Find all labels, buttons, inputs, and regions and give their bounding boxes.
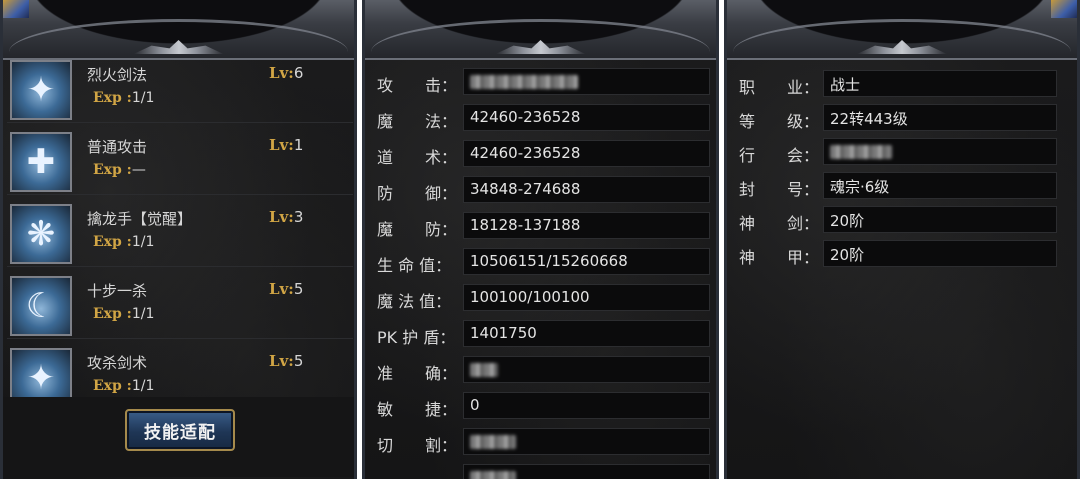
- stat-value-box: [463, 68, 710, 95]
- stat-label: 魔 防：: [377, 220, 458, 239]
- stat-row-taoism: 道 术： 42460-236528: [371, 140, 710, 170]
- info-value: 20阶: [823, 240, 1057, 267]
- panel-frame-top: [3, 0, 354, 60]
- info-label: 职 业：: [739, 78, 820, 97]
- skill-exp: Exp :1/1: [93, 90, 155, 106]
- skill-level: Lv:5: [269, 352, 304, 370]
- frame-crest: [857, 40, 947, 54]
- stat-value: 0: [463, 392, 710, 419]
- stat-value: 42460-236528: [463, 104, 710, 131]
- stat-label: 魔 法 值：: [377, 292, 452, 311]
- stat-value: 1401750: [463, 320, 710, 347]
- info-value: 魂宗·6级: [823, 172, 1057, 199]
- stat-row-hp: 生 命 值： 10506151/15260668: [371, 248, 710, 278]
- skill-adapt-button[interactable]: 技能适配: [125, 409, 235, 451]
- skill-level: Lv:1: [269, 136, 304, 154]
- skill-name: 攻杀剑术: [87, 354, 148, 372]
- panel-frame-top: [727, 0, 1077, 60]
- info-row-title: 封 号： 魂宗·6级: [733, 172, 1071, 202]
- stat-row-cutting: 切 割：: [371, 428, 710, 458]
- skill-row[interactable]: ✚ 普通攻击 Lv:1 Exp :—: [7, 128, 353, 195]
- stat-label: 攻 击：: [377, 76, 458, 95]
- info-row-divine-armor: 神 甲： 20阶: [733, 240, 1071, 270]
- skill-exp: Exp :1/1: [93, 306, 155, 322]
- info-value: 战士: [823, 70, 1057, 97]
- stat-label: 切 割：: [377, 436, 458, 455]
- crescent-slash-skill-icon: ☾: [10, 276, 72, 336]
- stat-value: 18128-137188: [463, 212, 710, 239]
- skill-exp: Exp :—: [93, 162, 146, 178]
- info-row-guild: 行 会：: [733, 138, 1071, 168]
- stat-value-box: [463, 428, 710, 455]
- stat-value: 34848-274688: [463, 176, 710, 203]
- skill-exp: Exp :1/1: [93, 378, 155, 394]
- skill-name: 擒龙手【觉醒】: [87, 210, 193, 228]
- stat-row-mp: 魔 法 值： 100100/100100: [371, 284, 710, 314]
- skill-level: Lv:5: [269, 280, 304, 298]
- blurred-value: [470, 363, 498, 377]
- frame-gem-left: [3, 0, 29, 18]
- stat-row-accuracy: 准 确：: [371, 356, 710, 386]
- skill-name: 烈火剑法: [87, 66, 148, 84]
- blurred-value: [470, 435, 516, 449]
- stat-value: 100100/100100: [463, 284, 710, 311]
- blurred-value: [470, 75, 578, 89]
- frame-crest: [133, 40, 224, 54]
- info-value-box: [823, 138, 1057, 165]
- stat-label: 敏 捷：: [377, 400, 458, 419]
- stat-label: 生 命 值：: [377, 256, 452, 275]
- flame-sword-skill-icon: ✦: [10, 60, 72, 120]
- stats-panel: 攻 击： 魔 法： 42460-236528 道 术： 42460-236528…: [362, 0, 719, 479]
- skill-level: Lv:3: [269, 208, 304, 226]
- info-label: 封 号：: [739, 180, 820, 199]
- skills-panel: ✦ 烈火剑法 Lv:6 Exp :1/1 ✚ 普通攻击 Lv:1 Exp :— …: [0, 0, 357, 479]
- skill-exp: Exp :1/1: [93, 234, 155, 250]
- stat-value: 42460-236528: [463, 140, 710, 167]
- skill-row[interactable]: ☾ 十步一杀 Lv:5 Exp :1/1: [7, 272, 353, 339]
- stat-row-partial: [371, 464, 710, 479]
- info-label: 行 会：: [739, 146, 820, 165]
- info-row-class: 职 业： 战士: [733, 70, 1071, 100]
- frame-crest: [495, 40, 586, 54]
- blurred-value: [470, 471, 516, 479]
- info-row-level: 等 级： 22转443级: [733, 104, 1071, 134]
- info-row-divine-sword: 神 剑： 20阶: [733, 206, 1071, 236]
- stat-label: 魔 法：: [377, 112, 458, 131]
- stat-value-box: [463, 356, 710, 383]
- skill-level: Lv:6: [269, 64, 304, 82]
- stat-label: PK 护 盾：: [377, 328, 456, 347]
- stat-label: 道 术：: [377, 148, 458, 167]
- stat-row-attack: 攻 击：: [371, 68, 710, 98]
- stat-row-magic-defense: 魔 防： 18128-137188: [371, 212, 710, 242]
- sword-strike-skill-icon: ✚: [10, 132, 72, 192]
- stat-label: 准 确：: [377, 364, 458, 383]
- stat-value-box: [463, 464, 710, 479]
- info-label: 等 级：: [739, 112, 820, 131]
- info-label: 神 剑：: [739, 214, 820, 233]
- stat-row-defense: 防 御： 34848-274688: [371, 176, 710, 206]
- stat-row-pk-shield: PK 护 盾： 1401750: [371, 320, 710, 350]
- info-value: 22转443级: [823, 104, 1057, 131]
- info-value: 20阶: [823, 206, 1057, 233]
- skill-name: 十步一杀: [87, 282, 148, 300]
- stat-row-magic: 魔 法： 42460-236528: [371, 104, 710, 134]
- frame-gem-right: [1051, 0, 1077, 18]
- blurred-value: [830, 145, 892, 159]
- stat-value: 10506151/15260668: [463, 248, 710, 275]
- character-info-panel: 职 业： 战士 等 级： 22转443级 行 会： 封 号： 魂宗·6级 神 剑…: [724, 0, 1080, 479]
- skill-name: 普通攻击: [87, 138, 148, 156]
- skill-row[interactable]: ✦ 烈火剑法 Lv:6 Exp :1/1: [7, 56, 353, 123]
- info-label: 神 甲：: [739, 248, 820, 267]
- stat-label: 防 御：: [377, 184, 458, 203]
- dragon-claw-skill-icon: ❋: [10, 204, 72, 264]
- panel-frame-top: [365, 0, 716, 60]
- stat-row-agility: 敏 捷： 0: [371, 392, 710, 422]
- skill-row[interactable]: ❋ 擒龙手【觉醒】 Lv:3 Exp :1/1: [7, 200, 353, 267]
